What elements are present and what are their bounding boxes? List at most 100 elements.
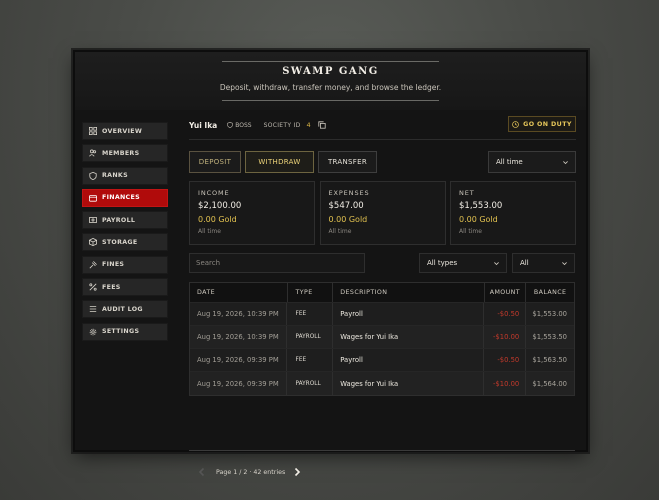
- time-range-select[interactable]: All time: [488, 151, 576, 173]
- cell-date: Aug 19, 2026, 09:39 PM: [190, 372, 288, 395]
- stats-row: INCOME $2,100.00 0.00 Gold All time EXPE…: [189, 181, 576, 245]
- percent-icon: [88, 283, 97, 292]
- sidebar-item-label: FINANCES: [102, 194, 140, 202]
- sidebar-item-storage[interactable]: STORAGE: [82, 233, 168, 252]
- top-divider: [189, 139, 576, 140]
- top-bar: Yui Ika BOSS SOCIETY ID 4 GO ON DUTY: [189, 116, 576, 134]
- stat-label: EXPENSES: [328, 189, 370, 197]
- stat-label: INCOME: [198, 189, 230, 197]
- cell-type: FEE: [287, 303, 334, 325]
- column-header-date[interactable]: DATE: [190, 283, 288, 302]
- cell-type: PAYROLL: [287, 372, 334, 395]
- role-label: BOSS: [235, 121, 252, 129]
- sidebar-item-ranks[interactable]: RANKS: [82, 166, 168, 185]
- cell-amount: -$0.50: [484, 349, 527, 371]
- tab-transfer[interactable]: TRANSFER: [318, 151, 377, 173]
- sidebar-item-fees[interactable]: FEES: [82, 278, 168, 297]
- box-icon: [88, 238, 97, 247]
- table-header: DATE TYPE DESCRIPTION AMOUNT BALANCE: [190, 283, 574, 303]
- chevron-down-icon: [563, 161, 568, 165]
- user-name: Yui Ika: [189, 120, 218, 130]
- shield-icon: [88, 171, 97, 180]
- grid-icon: [88, 127, 97, 136]
- go-on-duty-button[interactable]: GO ON DUTY: [508, 116, 576, 132]
- panel-header: SWAMP GANG Deposit, withdraw, transfer m…: [75, 52, 586, 110]
- stat-gold: 0.00 Gold: [328, 215, 368, 224]
- type-filter-select[interactable]: All types: [419, 253, 507, 273]
- table-bottom-rule: [189, 450, 575, 451]
- sidebar-item-label: FEES: [102, 283, 121, 291]
- direction-filter-value: All: [520, 259, 529, 267]
- column-header-description[interactable]: DESCRIPTION: [333, 283, 485, 302]
- type-filter-value: All types: [427, 259, 458, 267]
- cell-balance: $1,553.50: [532, 333, 567, 341]
- cell-description: Wages for Yui Ika: [333, 326, 485, 348]
- stat-value: $1,553.00: [459, 201, 503, 211]
- stat-value: $547.00: [328, 201, 364, 211]
- tab-withdraw[interactable]: WITHDRAW: [245, 151, 314, 173]
- shield-icon: [227, 122, 233, 128]
- stat-label: NET: [459, 189, 475, 197]
- stat-gold: 0.00 Gold: [198, 215, 237, 224]
- table-row[interactable]: Aug 19, 2026, 09:39 PM PAYROLL Wages for…: [190, 372, 574, 395]
- copy-icon[interactable]: [318, 121, 326, 129]
- sidebar-item-audit-log[interactable]: AUDIT LOG: [82, 300, 168, 319]
- stat-period: All time: [328, 228, 352, 235]
- page-title: SWAMP GANG: [282, 66, 379, 77]
- column-header-balance[interactable]: BALANCE: [526, 283, 574, 302]
- sidebar-item-fines[interactable]: FINES: [82, 255, 168, 274]
- column-header-type[interactable]: TYPE: [288, 283, 334, 302]
- time-range-value: All time: [496, 158, 523, 166]
- search-input[interactable]: Search: [189, 253, 365, 273]
- sidebar-item-settings[interactable]: SETTINGS: [82, 322, 168, 341]
- cell-type: FEE: [287, 349, 334, 371]
- sidebar-item-payroll[interactable]: PAYROLL: [82, 211, 168, 230]
- chevron-right-icon[interactable]: [292, 467, 302, 477]
- header-rule-top: [222, 61, 439, 62]
- stat-value: $2,100.00: [198, 201, 242, 211]
- gavel-icon: [88, 260, 97, 269]
- sidebar-item-label: SETTINGS: [102, 328, 140, 336]
- column-header-amount[interactable]: AMOUNT: [485, 283, 527, 302]
- sidebar-item-overview[interactable]: OVERVIEW: [82, 122, 168, 140]
- stat-card-expenses: EXPENSES $547.00 0.00 Gold All time: [319, 181, 446, 245]
- cell-amount: -$10.00: [484, 326, 527, 348]
- cell-date: Aug 19, 2026, 10:39 PM: [190, 326, 288, 348]
- table-row[interactable]: Aug 19, 2026, 10:39 PM FEE Payroll -$0.5…: [190, 303, 574, 326]
- cell-description: Payroll: [333, 303, 485, 325]
- table-row[interactable]: Aug 19, 2026, 10:39 PM PAYROLL Wages for…: [190, 326, 574, 349]
- cell-date: Aug 19, 2026, 09:39 PM: [190, 349, 288, 371]
- gear-icon: [88, 327, 97, 336]
- society-id-label: SOCIETY ID: [263, 121, 301, 129]
- sidebar-item-finances[interactable]: FINANCES: [82, 188, 168, 207]
- wallet-icon: [88, 193, 97, 202]
- direction-filter-select[interactable]: All: [512, 253, 575, 273]
- stat-card-income: INCOME $2,100.00 0.00 Gold All time: [189, 181, 315, 245]
- stat-period: All time: [459, 228, 482, 235]
- stat-gold: 0.00 Gold: [459, 215, 498, 224]
- chevron-left-icon[interactable]: [197, 467, 207, 477]
- cell-balance: $1,564.00: [532, 379, 567, 388]
- banknote-icon: [88, 216, 97, 225]
- sidebar: OVERVIEW MEMBERS RANKS FINANCES PAYROLL …: [82, 122, 168, 345]
- duty-button-label: GO ON DUTY: [523, 120, 572, 128]
- page-subtitle: Deposit, withdraw, transfer money, and b…: [219, 83, 442, 92]
- sidebar-item-label: MEMBERS: [102, 149, 140, 157]
- action-tabs: DEPOSIT WITHDRAW TRANSFER: [189, 151, 381, 173]
- cell-amount: -$0.50: [484, 303, 527, 325]
- sidebar-item-label: PAYROLL: [102, 216, 136, 224]
- cell-balance: $1,563.50: [532, 356, 567, 364]
- sidebar-item-label: STORAGE: [102, 238, 138, 246]
- users-icon: [88, 149, 97, 158]
- sidebar-item-members[interactable]: MEMBERS: [82, 144, 168, 163]
- header-rule-bottom: [222, 100, 439, 101]
- table-row[interactable]: Aug 19, 2026, 09:39 PM FEE Payroll -$0.5…: [190, 349, 574, 372]
- ledger-table: DATE TYPE DESCRIPTION AMOUNT BALANCE Aug…: [189, 282, 575, 396]
- list-icon: [88, 305, 97, 314]
- clock-icon: [512, 120, 519, 128]
- cell-description: Wages for Yui Ika: [333, 372, 485, 395]
- sidebar-item-label: OVERVIEW: [102, 127, 143, 135]
- tab-deposit[interactable]: DEPOSIT: [189, 151, 241, 173]
- chevron-down-icon: [562, 262, 567, 266]
- sidebar-item-label: FINES: [102, 261, 125, 269]
